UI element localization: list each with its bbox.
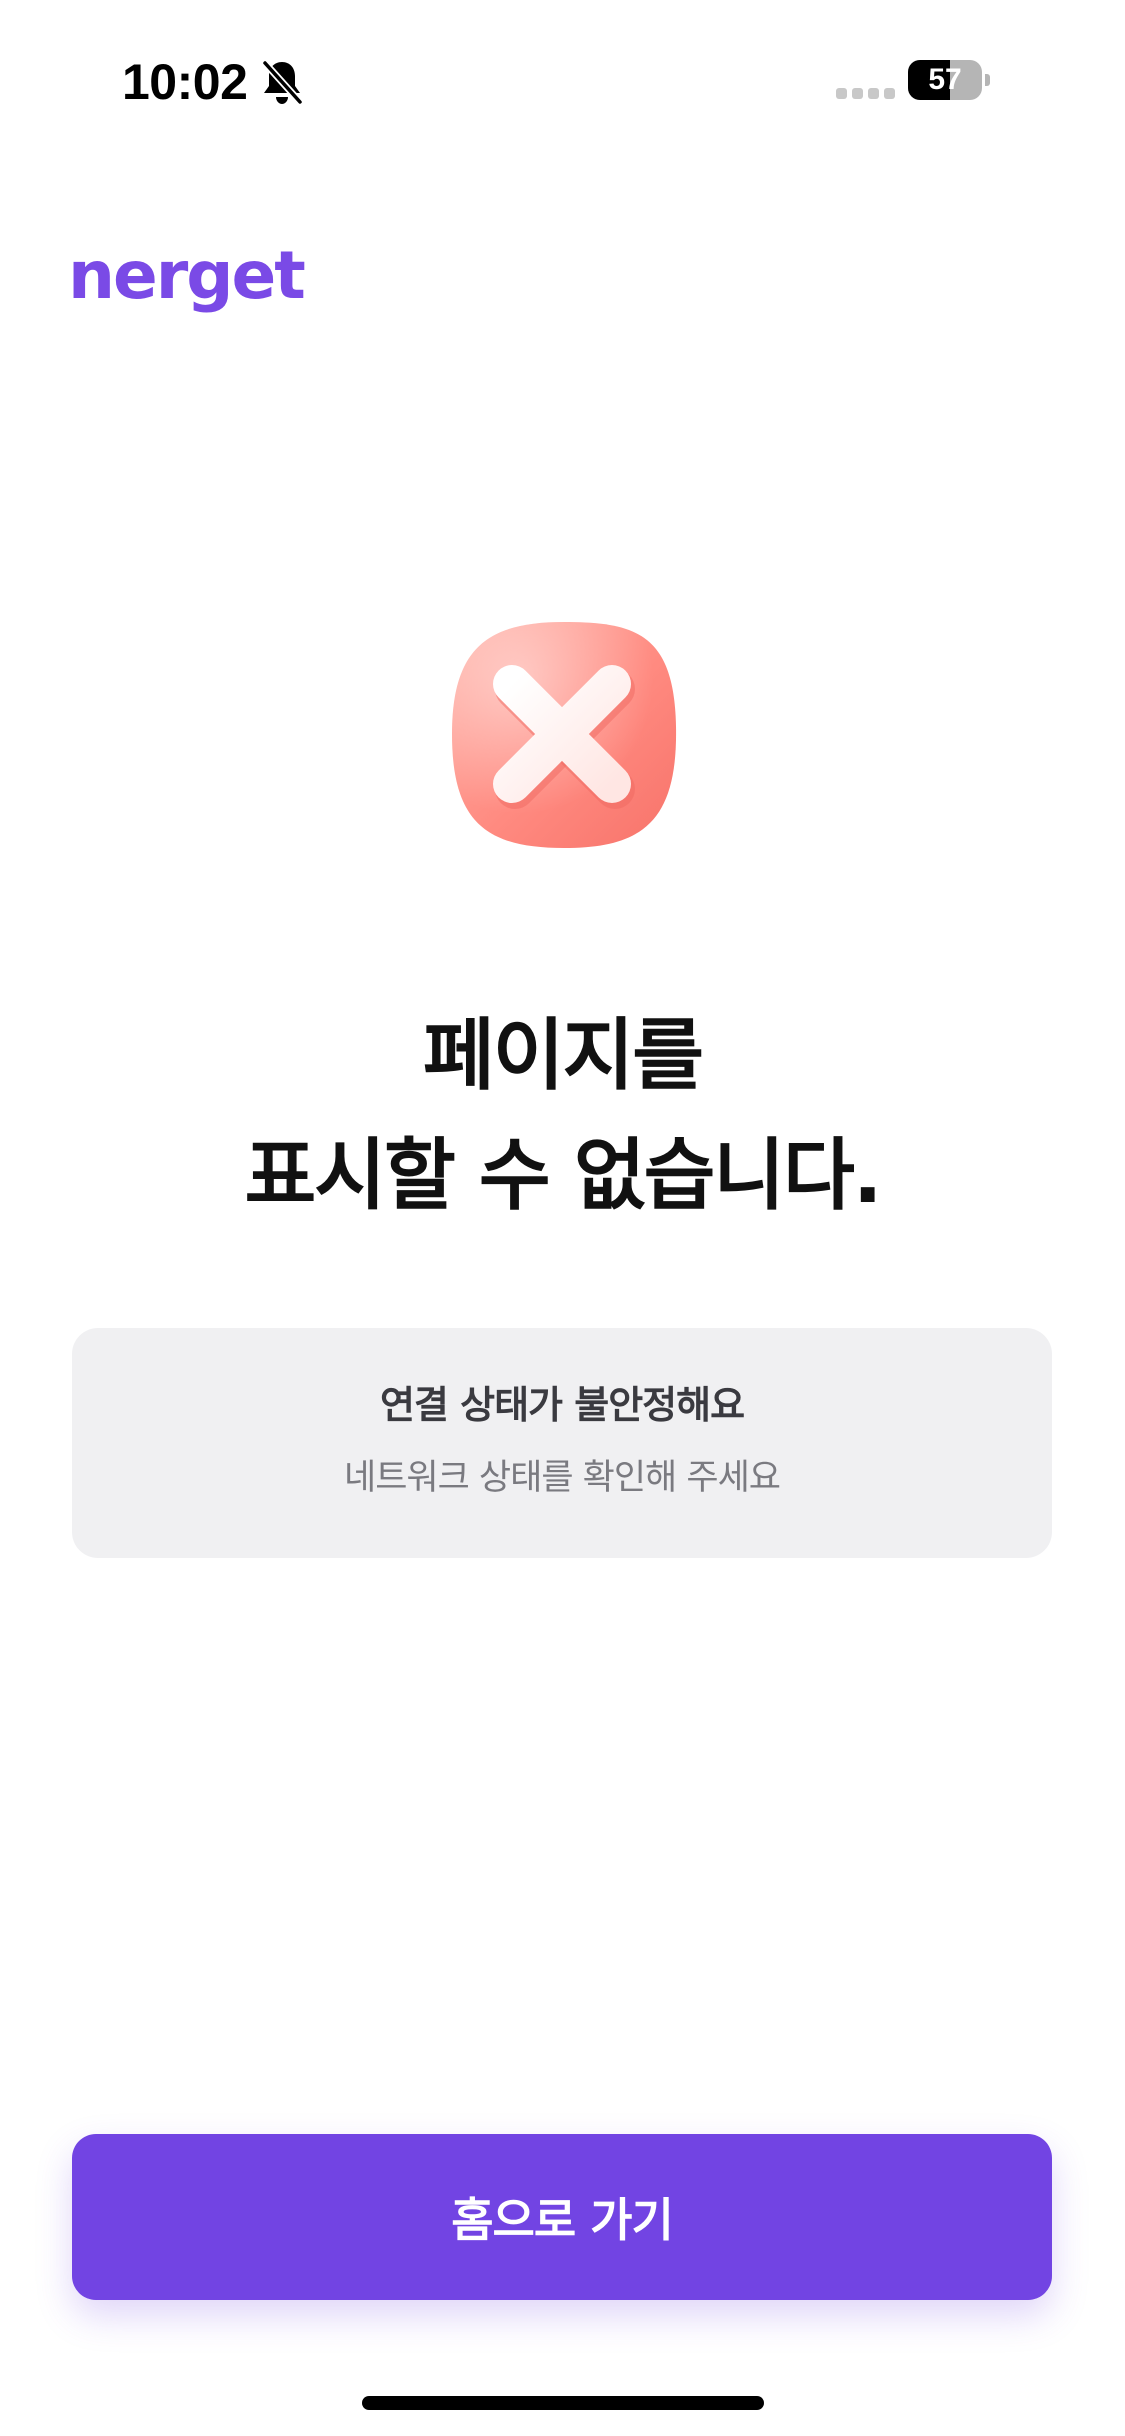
status-bar: 10:02 57 xyxy=(0,0,1125,160)
home-indicator[interactable] xyxy=(362,2396,764,2410)
battery-icon: 57 xyxy=(908,60,990,100)
status-time: 10:02 xyxy=(122,54,248,110)
battery-level: 57 xyxy=(928,63,962,96)
error-title: 페이지를 표시할 수 없습니다. xyxy=(0,996,1125,1236)
error-title-line1: 페이지를 xyxy=(422,1011,704,1101)
connection-info-card: 연결 상태가 불안정해요 네트워크 상태를 확인해 주세요 xyxy=(72,1328,1052,1558)
brand-logo: nerget xyxy=(68,236,308,328)
info-card-title: 연결 상태가 불안정해요 xyxy=(379,1383,745,1427)
signal-icon xyxy=(836,88,895,99)
go-home-button[interactable]: 홈으로 가기 xyxy=(72,2134,1052,2300)
info-card-description: 네트워크 상태를 확인해 주세요 xyxy=(344,1458,781,1498)
bell-slash-icon xyxy=(261,59,304,106)
x-mark-icon xyxy=(452,622,677,848)
logo-text: nerget xyxy=(68,237,306,314)
error-title-line2: 표시할 수 없습니다. xyxy=(244,1131,882,1221)
